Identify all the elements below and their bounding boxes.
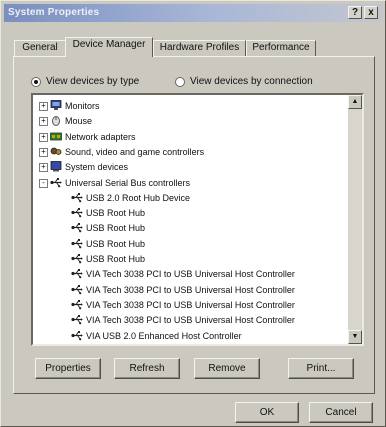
tab-device-manager[interactable]: Device Manager [65,37,153,57]
sound-controller-icon [50,146,62,157]
radio-selected-dot [31,77,41,87]
device-row[interactable]: VIA USB 2.0 Enhanced Host Controller [33,329,345,343]
device-row[interactable]: USB Root Hub [33,237,345,251]
refresh-button[interactable]: Refresh [114,358,180,379]
device-label: Mouse [65,116,93,127]
device-label: VIA USB 2.0 Enhanced Host Controller [86,330,242,341]
system-device-icon [50,161,62,172]
usb-icon [71,222,83,233]
window-title: System Properties [8,7,100,18]
device-row[interactable]: USB Root Hub [33,221,345,235]
usb-icon [71,207,83,218]
tab-hardware-profiles[interactable]: Hardware Profiles [153,40,246,56]
properties-button[interactable]: Properties [35,358,101,379]
device-label: Network adapters [65,131,136,142]
ok-button[interactable]: OK [235,402,299,423]
device-row[interactable]: VIA Tech 3038 PCI to USB Universal Host … [33,283,345,297]
device-row[interactable]: VIA Tech 3038 PCI to USB Universal Host … [33,298,345,312]
device-label: System devices [65,162,129,173]
device-category-row[interactable]: + Monitors [33,99,345,113]
device-label: USB 2.0 Root Hub Device [86,192,191,203]
device-row[interactable]: USB Root Hub [33,206,345,220]
device-label: USB Root Hub [86,223,146,234]
usb-icon [71,299,83,310]
expand-toggle[interactable]: + [39,132,48,142]
network-adapter-icon [50,131,62,142]
usb-icon [71,192,83,203]
device-label: VIA Tech 3038 PCI to USB Universal Host … [86,315,295,326]
usb-icon [71,268,83,279]
usb-icon [71,330,83,341]
device-label: USB Root Hub [86,208,146,219]
device-category-row[interactable]: + System devices [33,160,345,174]
usb-icon [71,314,83,325]
usb-icon [71,284,83,295]
close-button[interactable]: x [364,6,378,19]
cancel-button[interactable]: Cancel [309,402,373,423]
device-row[interactable]: VIA Tech 3038 PCI to USB Universal Host … [33,313,345,327]
usb-icon [71,238,83,249]
device-row[interactable]: USB 2.0 Root Hub Device [33,191,345,205]
expand-toggle[interactable]: + [39,147,48,157]
view-by-connection-label: View devices by connection [190,76,313,87]
usb-icon [71,253,83,264]
expand-toggle[interactable]: + [39,163,48,173]
help-button[interactable]: ? [348,6,362,19]
monitor-icon [50,100,62,111]
device-label: VIA Tech 3038 PCI to USB Universal Host … [86,284,295,295]
radio-unselected-dot [175,77,185,87]
mouse-icon [50,115,62,127]
device-label: USB Root Hub [86,254,146,264]
scroll-down-button[interactable]: ▼ [348,330,362,344]
title-bar[interactable]: System Properties ? x [4,4,382,22]
device-row[interactable]: USB Root Hub [33,252,345,266]
expand-toggle[interactable]: + [39,117,48,127]
expand-toggle[interactable]: + [39,102,48,111]
device-category-row[interactable]: + Sound, video and game controllers [33,145,345,159]
tab-general[interactable]: General [14,40,66,56]
print-button[interactable]: Print... [288,358,354,379]
device-label: USB Root Hub [86,238,146,249]
device-category-row[interactable]: - Universal Serial Bus controllers [33,176,345,190]
usb-icon [50,177,62,188]
collapse-toggle[interactable]: - [39,178,48,188]
device-label: Sound, video and game controllers [65,146,205,157]
device-tree-list[interactable]: + Monitors + Mouse + Network adapters + Sound, … [31,93,364,346]
device-label: Monitors [65,101,100,111]
scroll-up-button[interactable]: ▲ [348,95,362,109]
system-properties-window: System Properties ? x General Device Man… [0,0,386,427]
device-row[interactable]: VIA Tech 3038 PCI to USB Universal Host … [33,267,345,281]
device-label: VIA Tech 3038 PCI to USB Universal Host … [86,299,295,310]
device-label: Universal Serial Bus controllers [65,177,191,188]
tab-performance[interactable]: Performance [246,40,316,56]
device-category-row[interactable]: + Network adapters [33,130,345,144]
device-label: VIA Tech 3038 PCI to USB Universal Host … [86,269,295,280]
vertical-scrollbar[interactable]: ▲ ▼ [348,95,362,344]
remove-button[interactable]: Remove [194,358,260,379]
device-category-row[interactable]: + Mouse [33,114,345,128]
view-by-type-label: View devices by type [46,76,140,87]
